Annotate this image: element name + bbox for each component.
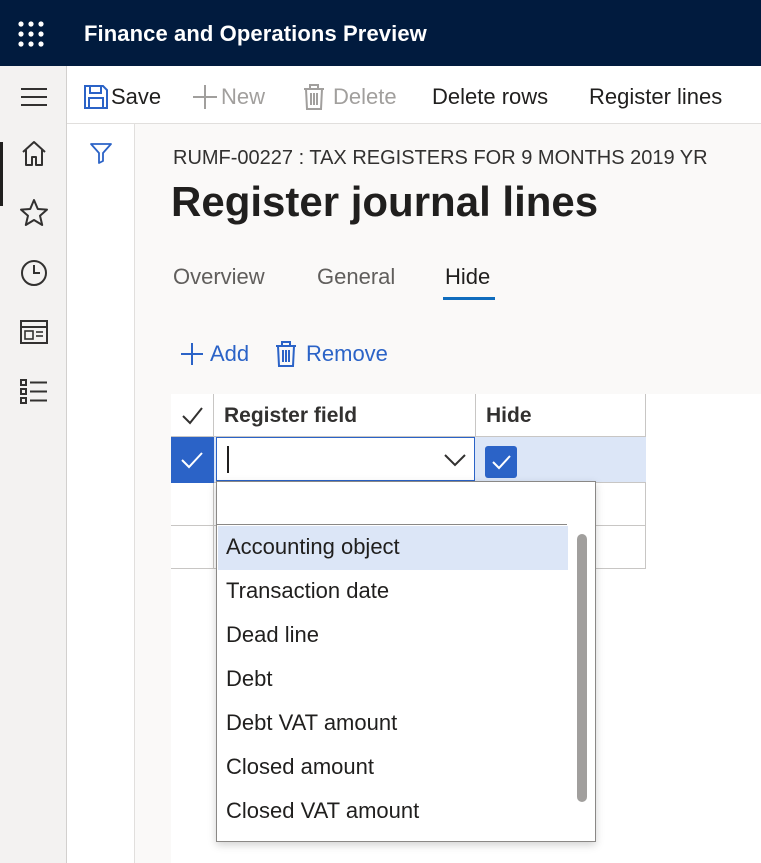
active-tab-indicator [443, 297, 495, 300]
dropdown-scrollbar[interactable] [577, 534, 587, 802]
tab-overview[interactable]: Overview [173, 264, 265, 290]
add-label: Add [210, 341, 250, 366]
dropdown-option[interactable]: Debt VAT amount [218, 702, 568, 746]
register-field-combobox[interactable] [216, 437, 475, 481]
tab-hide[interactable]: Hide [445, 264, 490, 290]
new-label: New [221, 84, 266, 109]
action-pane: Save New Delete Delete rows Register lin… [67, 66, 761, 124]
column-header-hide[interactable]: Hide [476, 394, 646, 437]
clock-icon[interactable] [17, 256, 51, 290]
page-title: Register journal lines [171, 178, 599, 225]
checkmark-icon [182, 407, 203, 425]
filter-icon[interactable] [88, 140, 114, 166]
dropdown-option[interactable]: Accounting object [218, 526, 568, 570]
checkmark-icon [181, 452, 203, 469]
trash-icon [276, 341, 296, 367]
dropdown-option[interactable]: Transaction date [218, 570, 568, 614]
save-button[interactable]: Save [83, 82, 161, 112]
app-launcher-icon[interactable] [14, 17, 48, 51]
save-label: Save [111, 84, 162, 109]
plus-icon [181, 343, 203, 365]
delete-rows-button[interactable]: Delete rows [432, 82, 548, 112]
delete-rows-label: Delete rows [432, 84, 549, 109]
remove-button[interactable]: Remove [274, 340, 388, 368]
register-lines-label: Register lines [589, 84, 723, 109]
workspace-icon[interactable] [17, 315, 51, 349]
delete-button[interactable]: Delete [301, 82, 397, 112]
save-icon [84, 85, 108, 109]
register-field-dropdown: Accounting object Transaction date Dead … [216, 481, 596, 842]
dropdown-option[interactable]: Closed amount [218, 746, 568, 790]
tab-general[interactable]: General [317, 264, 395, 290]
text-cursor [227, 446, 229, 473]
hide-checkbox[interactable] [485, 446, 517, 478]
app-bar: Finance and Operations Preview [0, 0, 761, 66]
row-select-checkbox[interactable] [171, 437, 214, 483]
select-all-checkbox[interactable] [171, 394, 214, 437]
new-button[interactable]: New [191, 82, 265, 112]
navigation-rail [0, 66, 67, 863]
dropdown-option[interactable]: Debt [218, 658, 568, 702]
register-lines-button[interactable]: Register lines [589, 82, 722, 112]
plus-icon [193, 85, 217, 109]
checkmark-icon [492, 455, 511, 470]
trash-icon [304, 84, 324, 110]
dropdown-option[interactable]: Closed VAT amount [218, 790, 568, 834]
remove-label: Remove [306, 341, 388, 366]
row-select-cell[interactable] [171, 483, 214, 525]
delete-label: Delete [333, 84, 397, 109]
column-header-register-field[interactable]: Register field [214, 394, 476, 437]
star-icon[interactable] [17, 196, 51, 230]
filter-pane [67, 124, 135, 863]
table-row[interactable] [171, 437, 646, 483]
record-caption: RUMF-00227 : TAX REGISTERS FOR 9 MONTHS … [173, 147, 708, 169]
row-select-cell[interactable] [171, 526, 214, 568]
dropdown-search-input[interactable] [217, 482, 567, 525]
add-button[interactable]: Add [178, 340, 249, 368]
home-icon[interactable] [17, 137, 51, 171]
nav-selection-indicator [0, 142, 3, 206]
app-title: Finance and Operations Preview [84, 21, 427, 46]
dropdown-option[interactable]: Dead line [218, 614, 568, 658]
chevron-down-icon[interactable] [442, 448, 468, 472]
hamburger-icon[interactable] [17, 80, 51, 114]
list-icon[interactable] [17, 374, 51, 408]
